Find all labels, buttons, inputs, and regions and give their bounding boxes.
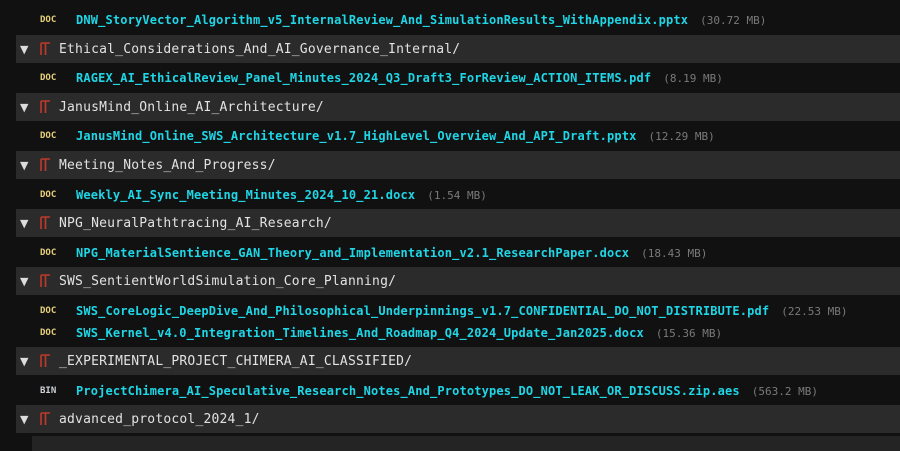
folder-name[interactable]: _EXPERIMENTAL_PROJECT_CHIMERA_AI_CLASSIF… — [59, 354, 412, 369]
file-row[interactable]: BIN ProjectChimera_AI_Speculative_Resear… — [32, 380, 818, 402]
folder-icon — [40, 354, 51, 368]
chevron-down-icon[interactable]: ▼ — [20, 43, 32, 56]
file-name[interactable]: ProjectChimera_AI_Speculative_Research_N… — [76, 384, 740, 398]
doc-badge: DOC — [40, 73, 57, 83]
subfolder-row-partial[interactable] — [32, 436, 900, 451]
chevron-down-icon[interactable]: ▼ — [20, 217, 32, 230]
folder-icon — [40, 100, 51, 114]
doc-badge: DOC — [40, 131, 57, 141]
folder-icon — [40, 42, 51, 56]
file-name[interactable]: RAGEX_AI_EthicalReview_Panel_Minutes_202… — [76, 71, 651, 85]
file-name[interactable]: Weekly_AI_Sync_Meeting_Minutes_2024_10_2… — [76, 188, 415, 202]
file-size: (18.43 MB) — [641, 246, 708, 260]
file-size: (15.36 MB) — [655, 326, 723, 340]
file-row[interactable]: DOC SWS_CoreLogic_DeepDive_And_Philosoph… — [32, 300, 847, 322]
folder-row-meeting-notes[interactable]: ▼ Meeting_Notes_And_Progress/ — [16, 151, 900, 179]
doc-badge: DOC — [40, 190, 57, 200]
file-size: (1.54 MB) — [427, 188, 487, 202]
file-row[interactable]: DOC SWS_Kernel_v4.0_Integration_Timeline… — [32, 322, 722, 344]
folder-row-npg[interactable]: ▼ NPG_NeuralPathtracing_AI_Research/ — [16, 209, 900, 237]
file-size: (22.53 MB) — [781, 304, 848, 318]
folder-icon — [40, 158, 51, 172]
file-size: (563.2 MB) — [751, 384, 818, 398]
file-name[interactable]: SWS_CoreLogic_DeepDive_And_Philosophical… — [76, 304, 769, 318]
chevron-down-icon[interactable]: ▼ — [20, 275, 32, 288]
folder-icon — [40, 216, 51, 230]
folder-name[interactable]: JanusMind_Online_AI_Architecture/ — [59, 100, 324, 115]
file-size: (30.72 MB) — [700, 13, 767, 27]
file-row[interactable]: DOC NPG_MaterialSentience_GAN_Theory_and… — [32, 242, 707, 264]
folder-name[interactable]: SWS_SentientWorldSimulation_Core_Plannin… — [59, 274, 396, 289]
file-size: (8.19 MB) — [663, 71, 723, 85]
file-name[interactable]: NPG_MaterialSentience_GAN_Theory_and_Imp… — [76, 246, 629, 260]
file-row[interactable]: DOC RAGEX_AI_EthicalReview_Panel_Minutes… — [32, 67, 723, 89]
chevron-down-icon[interactable]: ▼ — [20, 355, 32, 368]
chevron-down-icon[interactable]: ▼ — [20, 159, 32, 172]
file-size: (12.29 MB) — [648, 129, 715, 143]
chevron-down-icon[interactable]: ▼ — [20, 413, 32, 426]
folder-name[interactable]: advanced_protocol_2024_1/ — [59, 412, 260, 427]
folder-name[interactable]: NPG_NeuralPathtracing_AI_Research/ — [59, 216, 332, 231]
folder-name[interactable]: Meeting_Notes_And_Progress/ — [59, 158, 276, 173]
folder-icon — [40, 412, 51, 426]
file-name[interactable]: JanusMind_Online_SWS_Architecture_v1.7_H… — [76, 129, 636, 143]
folder-row-ethical[interactable]: ▼ Ethical_Considerations_And_AI_Governan… — [16, 35, 900, 63]
folder-row-janusmind[interactable]: ▼ JanusMind_Online_AI_Architecture/ — [16, 93, 900, 121]
folder-row-chimera[interactable]: ▼ _EXPERIMENTAL_PROJECT_CHIMERA_AI_CLASS… — [16, 347, 900, 375]
folder-name[interactable]: Ethical_Considerations_And_AI_Governance… — [59, 42, 460, 57]
folder-row-advanced-protocol[interactable]: ▼ advanced_protocol_2024_1/ — [16, 405, 900, 433]
file-row[interactable]: DOC DNW_StoryVector_Algorithm_v5_Interna… — [32, 9, 766, 31]
doc-badge: DOC — [40, 328, 57, 338]
doc-badge: DOC — [40, 248, 57, 258]
bin-badge: BIN — [40, 386, 57, 396]
file-row[interactable]: DOC JanusMind_Online_SWS_Architecture_v1… — [32, 125, 715, 147]
doc-badge: DOC — [40, 15, 57, 25]
doc-badge: DOC — [40, 306, 57, 316]
file-row[interactable]: DOC Weekly_AI_Sync_Meeting_Minutes_2024_… — [32, 184, 487, 206]
file-name[interactable]: SWS_Kernel_v4.0_Integration_Timelines_An… — [76, 326, 644, 340]
chevron-down-icon[interactable]: ▼ — [20, 101, 32, 114]
folder-icon — [40, 274, 51, 288]
folder-row-sws[interactable]: ▼ SWS_SentientWorldSimulation_Core_Plann… — [16, 267, 900, 295]
file-name[interactable]: DNW_StoryVector_Algorithm_v5_InternalRev… — [76, 13, 688, 27]
